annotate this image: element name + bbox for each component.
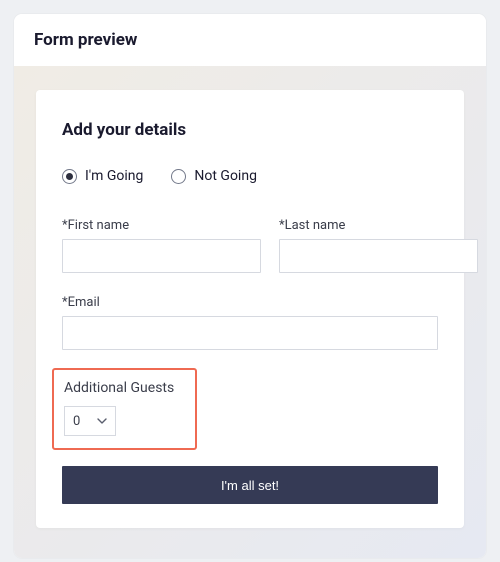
last-name-input[interactable] — [279, 239, 478, 273]
rsvp-going-label: I'm Going — [85, 168, 143, 184]
chevron-down-icon — [97, 416, 107, 426]
email-field: *Email — [62, 295, 438, 350]
first-name-label: *First name — [62, 218, 261, 233]
preview-title: Form preview — [34, 30, 137, 50]
rsvp-radio-group: I'm Going Not Going — [62, 168, 438, 184]
additional-guests-select[interactable]: 0 — [64, 406, 116, 436]
last-name-field: *Last name — [279, 218, 478, 273]
last-name-label: *Last name — [279, 218, 478, 233]
submit-button[interactable]: I'm all set! — [62, 466, 438, 504]
radio-icon — [171, 169, 186, 184]
rsvp-going-option[interactable]: I'm Going — [62, 168, 143, 184]
additional-guests-value: 0 — [73, 414, 80, 429]
preview-header: Form preview — [14, 14, 486, 66]
preview-body: Add your details I'm Going Not Going *Fi… — [14, 66, 486, 558]
form-title: Add your details — [62, 120, 438, 140]
additional-guests-highlight: Additional Guests 0 — [52, 368, 197, 450]
name-fields-row: *First name *Last name — [62, 218, 438, 273]
additional-guests-label: Additional Guests — [64, 380, 185, 396]
radio-icon — [62, 169, 77, 184]
first-name-field: *First name — [62, 218, 261, 273]
rsvp-not-going-option[interactable]: Not Going — [171, 168, 257, 184]
email-input[interactable] — [62, 316, 438, 350]
form-card: Add your details I'm Going Not Going *Fi… — [36, 90, 464, 528]
email-label: *Email — [62, 295, 438, 310]
rsvp-not-going-label: Not Going — [194, 168, 257, 184]
submit-button-label: I'm all set! — [221, 478, 279, 493]
preview-card: Form preview Add your details I'm Going … — [14, 14, 486, 558]
first-name-input[interactable] — [62, 239, 261, 273]
